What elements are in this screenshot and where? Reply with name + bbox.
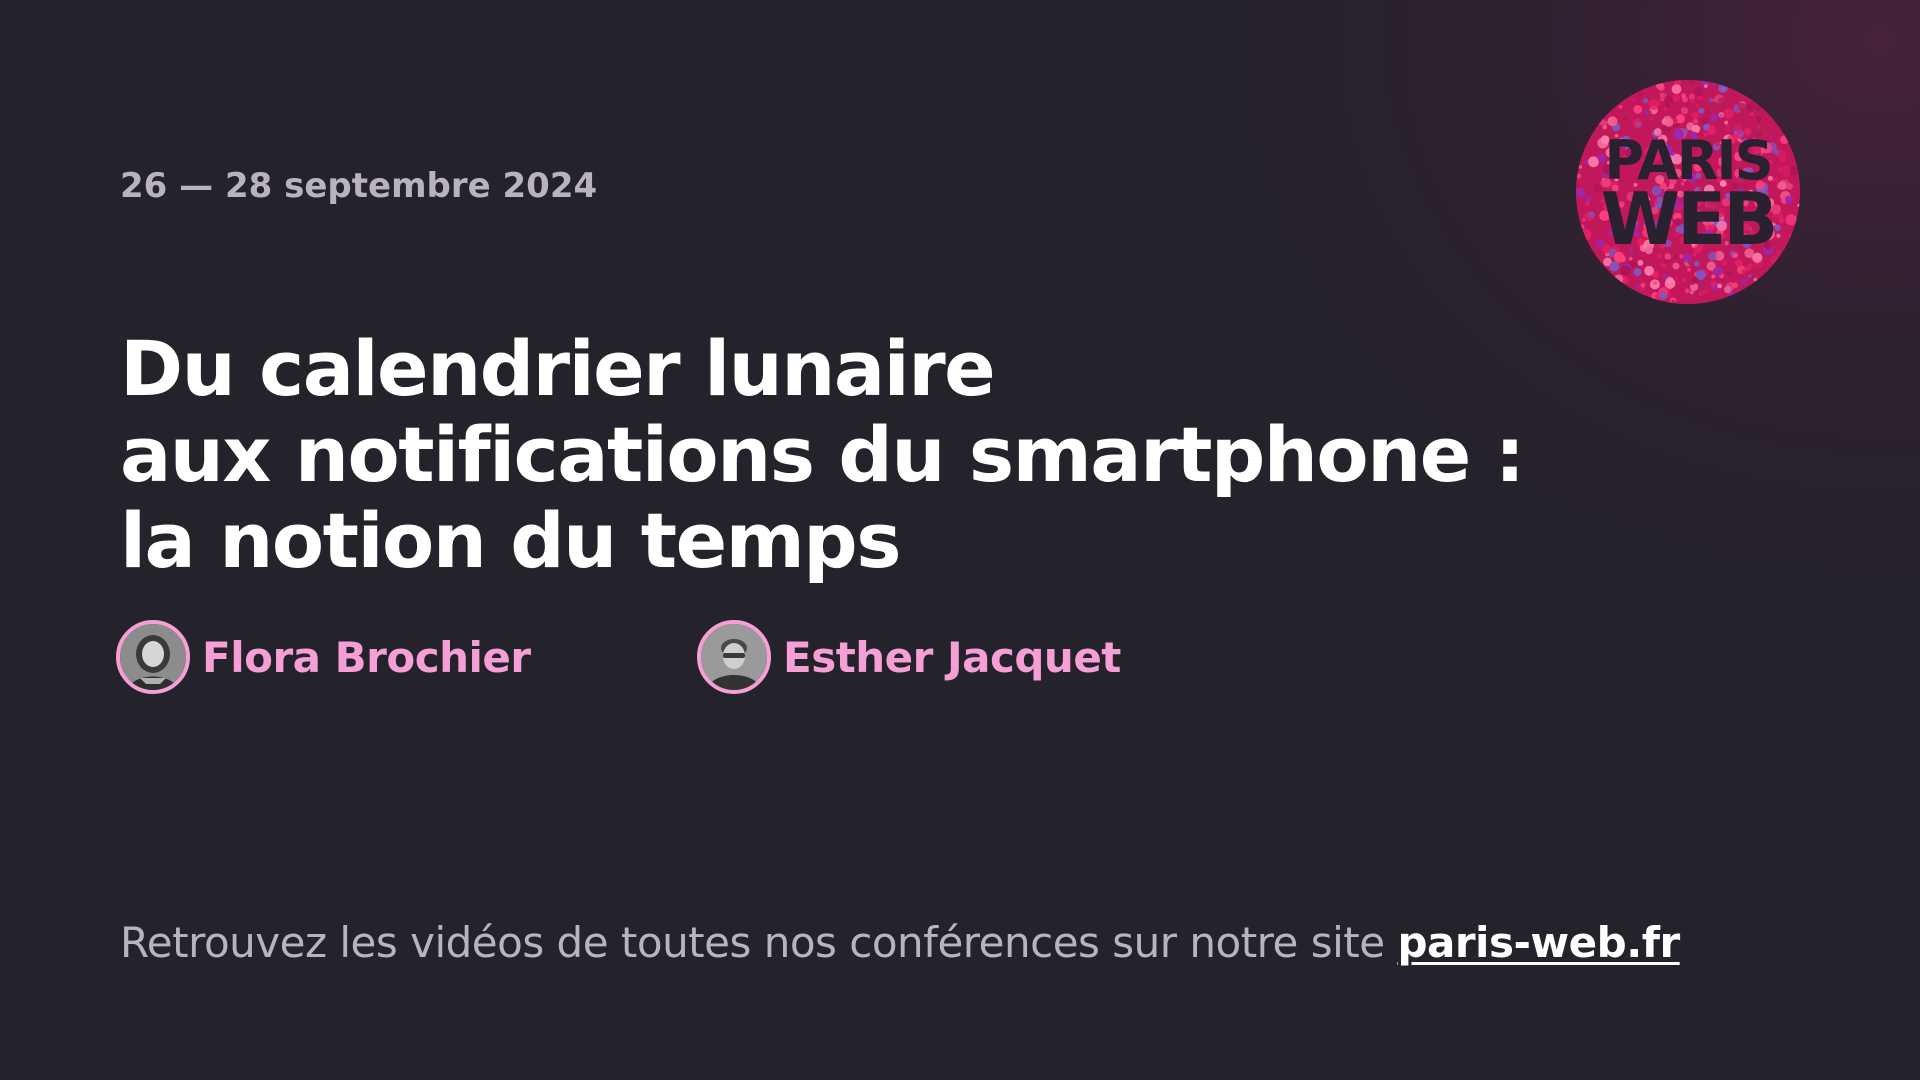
speaker-esther-jacquet: Esther Jacquet xyxy=(697,620,1121,694)
paris-web-link[interactable]: paris-web.fr xyxy=(1397,918,1680,967)
footer-message: Retrouvez les vidéos de toutes nos confé… xyxy=(120,918,1385,967)
speaker-flora-brochier: Flora Brochier xyxy=(116,620,531,694)
paris-web-logo: PARIS WEB xyxy=(1575,79,1801,305)
event-date: 26 — 28 septembre 2024 xyxy=(120,166,598,206)
talk-title-line-2: aux notifications du smartphone : xyxy=(120,410,1525,499)
avatar xyxy=(116,620,190,694)
logo-text-web: WEB xyxy=(1601,177,1775,261)
talk-title-line-3: la notion du temps xyxy=(120,496,901,585)
talk-title-line-1: Du calendrier lunaire xyxy=(120,324,996,413)
avatar xyxy=(697,620,771,694)
speaker-name: Flora Brochier xyxy=(202,632,531,682)
footer-text: Retrouvez les vidéos de toutes nos confé… xyxy=(120,918,1680,967)
speaker-name: Esther Jacquet xyxy=(783,632,1121,682)
talk-title: Du calendrier lunaire aux notifications … xyxy=(120,324,1525,585)
